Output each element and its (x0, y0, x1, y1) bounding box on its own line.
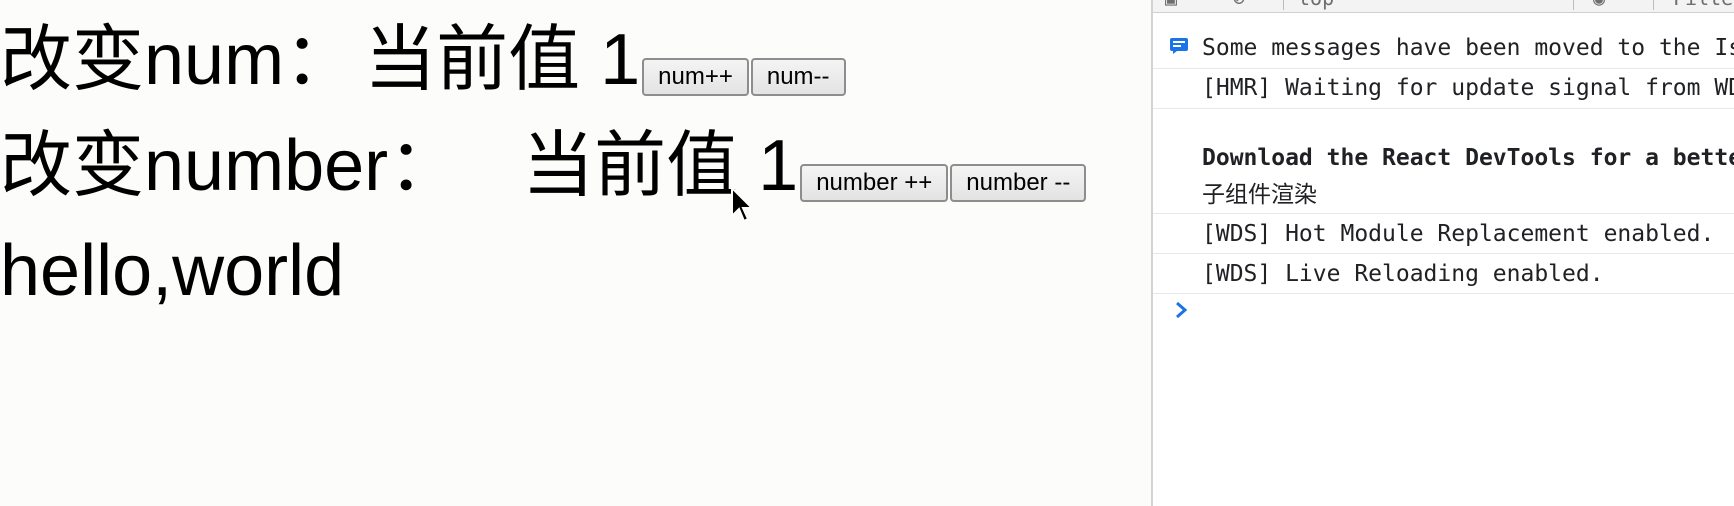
console-text: 子组件渲染 (1202, 182, 1317, 208)
console-text: Download the React DevTools for a better… (1202, 145, 1734, 171)
console-message: [WDS] Live Reloading enabled. (1153, 255, 1734, 294)
number-increment-button[interactable]: number ++ (800, 164, 949, 202)
console-text: Some messages have been moved to the Iss… (1202, 35, 1734, 61)
devtools-panel: ▣ ⊘ top ◉ Filter Some messages have been… (1151, 0, 1734, 506)
sidebar-toggle-icon[interactable]: ▣ (1165, 0, 1177, 10)
num-row: 改变num： 当前值 1 num++ num-- (0, 24, 846, 96)
num-decrement-button[interactable]: num-- (750, 58, 846, 96)
greeting-row: hello,world (0, 235, 344, 307)
clear-console-icon[interactable]: ⊘ (1233, 0, 1245, 10)
console-toolbar: ▣ ⊘ top ◉ Filter (1153, 0, 1734, 13)
toolbar-divider (1573, 0, 1574, 10)
console-prompt-icon[interactable] (1173, 300, 1189, 320)
console-message: [HMR] Waiting for update signal from WDS… (1153, 70, 1734, 109)
mouse-cursor-icon (731, 186, 754, 223)
console-text: [WDS] Live Reloading enabled. (1202, 261, 1604, 287)
num-current-value: 当前值 1 (364, 20, 641, 100)
console-message: [WDS] Hot Module Replacement enabled. (1153, 215, 1734, 254)
number-current-value: 当前值 1 (522, 126, 799, 206)
console-message: 子组件渲染 (1153, 176, 1734, 214)
greeting-text: hello,world (0, 231, 345, 311)
console-message-info: Some messages have been moved to the Iss… (1153, 30, 1734, 69)
console-text: [WDS] Hot Module Replacement enabled. (1202, 221, 1715, 247)
num-increment-button[interactable]: num++ (642, 58, 749, 96)
toolbar-divider (1653, 0, 1654, 10)
number-label: 改变number： (0, 126, 461, 206)
toolbar-divider (1283, 0, 1284, 10)
number-decrement-button[interactable]: number -- (950, 164, 1087, 202)
console-message: Download the React DevTools for a better… (1153, 140, 1734, 176)
console-message-blank (1153, 110, 1734, 140)
info-message-icon (1170, 38, 1188, 54)
app-page: 改变num： 当前值 1 num++ num-- 改变number： 当前值 1 numb… (0, 0, 1151, 506)
filter-input[interactable]: Filter (1673, 0, 1734, 10)
eye-icon[interactable]: ◉ (1593, 0, 1605, 10)
num-label: 改变num： (0, 20, 357, 100)
context-selector[interactable]: top (1298, 0, 1334, 10)
console-text: [HMR] Waiting for update signal from WDS… (1202, 75, 1734, 101)
number-row: 改变number： 当前值 1 number ++ number -- (0, 130, 1087, 202)
